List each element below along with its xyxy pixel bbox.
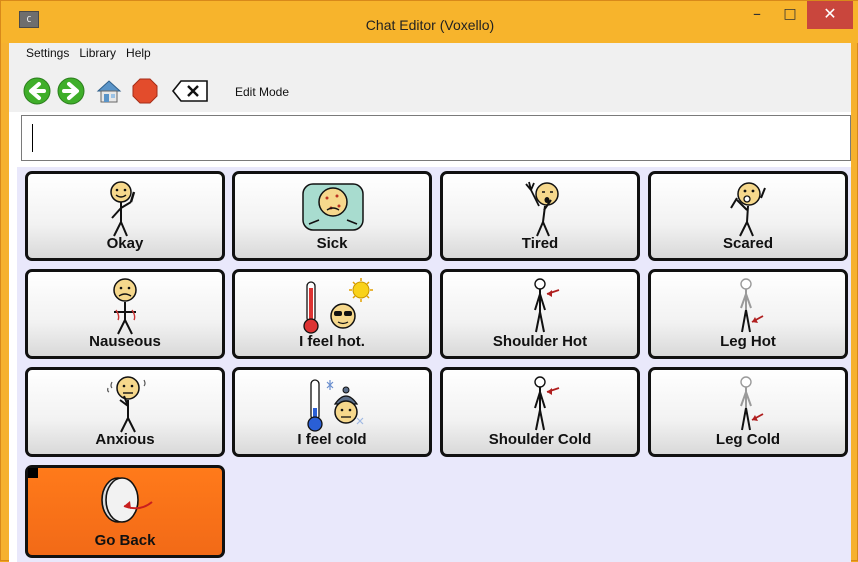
cell-sick[interactable]: Sick — [232, 171, 432, 261]
cell-label: Shoulder Cold — [488, 431, 592, 448]
cold-icon — [307, 379, 364, 432]
anxious-icon — [107, 376, 146, 433]
menu-library[interactable]: Library — [74, 43, 121, 63]
menu-settings[interactable]: Settings — [21, 43, 74, 63]
go-back-icon — [101, 477, 153, 523]
nauseous-icon — [113, 278, 137, 335]
cell-label: Go Back — [94, 532, 156, 549]
cell-i-feel-cold[interactable]: I feel cold — [232, 367, 432, 457]
cell-label: Leg Hot — [720, 333, 776, 350]
cell-label: I feel hot. — [299, 333, 365, 350]
home-icon[interactable] — [95, 77, 123, 105]
leg-hot-icon — [740, 278, 764, 333]
cell-go-back[interactable]: Go Back — [25, 465, 225, 558]
shoulder-cold-icon — [534, 376, 560, 431]
sick-icon — [302, 183, 364, 231]
leg-cold-icon — [740, 376, 764, 431]
cell-label: I feel cold — [297, 431, 367, 448]
window-title: Chat Editor (Voxello) — [365, 17, 495, 33]
cell-leg-cold[interactable]: Leg Cold — [648, 367, 848, 457]
minimize-button[interactable]: – — [741, 1, 773, 29]
cell-okay[interactable]: Okay — [25, 171, 225, 261]
cell-i-feel-hot[interactable]: I feel hot. — [232, 269, 432, 359]
cell-label: Okay — [106, 235, 144, 252]
hot-icon — [303, 278, 373, 334]
maximize-button[interactable]: □ — [774, 1, 806, 29]
phrase-grid: Okay Sick Tired Scared Nauseous I feel h… — [17, 167, 851, 562]
text-caret — [32, 124, 33, 152]
shoulder-hot-icon — [534, 278, 560, 333]
edit-mode-label[interactable]: Edit Mode — [235, 85, 289, 99]
cell-tired[interactable]: Tired — [440, 171, 640, 261]
okay-icon — [110, 181, 136, 237]
forward-icon[interactable] — [57, 77, 85, 105]
tired-icon — [525, 181, 559, 237]
cell-label: Anxious — [95, 431, 155, 448]
title-bar[interactable]: C Chat Editor (Voxello) – □ ✕ — [1, 1, 858, 43]
toolbar: Edit Mode — [9, 65, 851, 112]
cell-label: Scared — [722, 235, 774, 252]
cell-nauseous[interactable]: Nauseous — [25, 269, 225, 359]
menu-help[interactable]: Help — [121, 43, 156, 63]
cell-label: Nauseous — [89, 333, 161, 350]
close-button[interactable]: ✕ — [807, 1, 853, 29]
cell-label: Tired — [521, 235, 559, 252]
cell-shoulder-cold[interactable]: Shoulder Cold — [440, 367, 640, 457]
cell-label: Shoulder Hot — [492, 333, 588, 350]
cell-leg-hot[interactable]: Leg Hot — [648, 269, 848, 359]
client-area: Settings Library Help Edit Mode Okay Sic… — [9, 43, 851, 562]
menu-bar: Settings Library Help — [9, 43, 851, 65]
stop-icon[interactable] — [131, 77, 159, 105]
cell-anxious[interactable]: Anxious — [25, 367, 225, 457]
message-input[interactable] — [21, 115, 851, 161]
cell-scared[interactable]: Scared — [648, 171, 848, 261]
cell-shoulder-hot[interactable]: Shoulder Hot — [440, 269, 640, 359]
scared-icon — [730, 182, 766, 237]
cell-label: Leg Cold — [715, 431, 781, 448]
app-window: C Chat Editor (Voxello) – □ ✕ Settings Li… — [0, 0, 858, 562]
back-icon[interactable] — [23, 77, 51, 105]
clear-icon[interactable] — [171, 77, 211, 105]
cell-label: Sick — [316, 235, 348, 252]
